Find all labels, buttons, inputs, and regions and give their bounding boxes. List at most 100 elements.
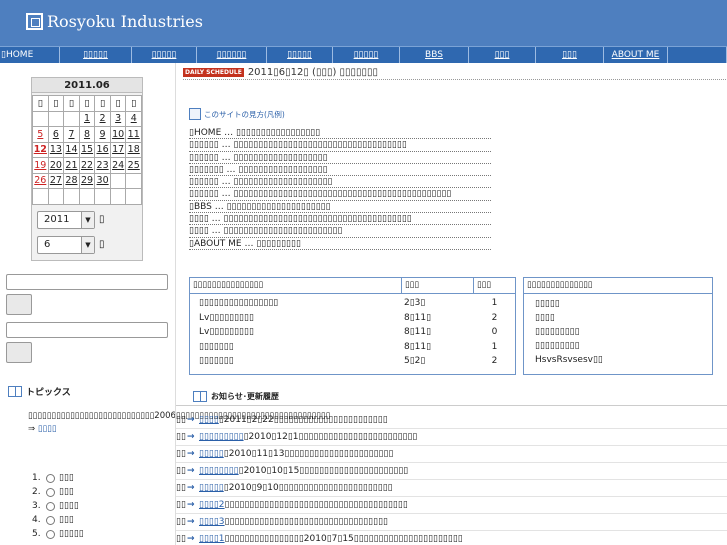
search-input-2[interactable] (6, 322, 168, 338)
poll-option[interactable]: 3. ▯▯▯▯ (32, 499, 84, 513)
year-select-row: 2011 ▼ ▯ (37, 210, 142, 230)
calendar-day-link[interactable]: 15 (81, 144, 93, 155)
radio-button[interactable] (46, 487, 55, 497)
news-link[interactable]: ▯▯▯▯▯ (199, 480, 224, 496)
news-link[interactable]: ▯▯▯▯3 (199, 514, 225, 530)
arrow-right-icon: → (187, 534, 195, 544)
search-input-1[interactable] (6, 274, 168, 290)
calendar-day: 28 (63, 172, 80, 189)
news-link[interactable]: ▯▯▯▯1 (199, 531, 225, 545)
nav-item[interactable]: ▯▯▯ (536, 47, 604, 63)
table-row: Lv▯▯▯▯▯▯▯▯▯ 8▯11▯ 2 (190, 311, 515, 326)
arrow-right-icon: → (187, 483, 195, 493)
calendar-day-link[interactable]: 2 (100, 113, 106, 124)
poll-option[interactable]: 2. ▯▯▯ (32, 485, 84, 499)
news-text: ▯2010▯11▯13▯▯▯▯▯▯▯▯▯▯▯▯▯▯▯▯▯▯▯▯▯▯ (223, 449, 394, 459)
daily-date: 2011▯6▯12▯ (▯▯▯) ▯▯▯▯▯▯▯ (247, 66, 379, 78)
calendar: 2011.06 ▯ ▯ ▯ ▯ ▯ ▯ ▯ 1 2 3 4 5 6 7 8 9 10 11 12 13 14 15 16 17… (31, 77, 143, 261)
calendar-day-link[interactable]: 3 (115, 113, 121, 124)
calendar-day-link[interactable]: 19 (34, 160, 46, 171)
radio-button[interactable] (46, 515, 55, 525)
nav-item[interactable]: ▯▯▯▯▯ (267, 47, 333, 63)
nav-item[interactable]: ▯▯▯▯▯ (132, 47, 197, 63)
calendar-day-link[interactable]: 10 (112, 129, 124, 140)
table-cell: 2 (491, 356, 498, 366)
poll-option[interactable]: 4. ▯▯▯ (32, 513, 84, 527)
calendar-day-link[interactable]: 30 (97, 175, 109, 186)
calendar-day-link[interactable]: 13 (50, 144, 62, 155)
calendar-day-link[interactable]: 25 (128, 160, 140, 171)
calendar-day-link[interactable]: 5 (37, 129, 43, 140)
nav-item[interactable]: ▯▯▯▯▯ (333, 47, 400, 63)
list-item: HsvsRsvsesv▯▯ (535, 355, 603, 365)
calendar-day-link[interactable]: 8 (84, 129, 90, 140)
search-button-2[interactable] (6, 342, 32, 363)
calendar-day (94, 188, 111, 205)
nav-item[interactable]: ▯▯▯▯▯▯ (197, 47, 267, 63)
calendar-day: 27 (47, 172, 65, 189)
radio-button[interactable] (46, 501, 55, 511)
calendar-day-link[interactable]: 14 (65, 144, 77, 155)
calendar-day-link[interactable]: 24 (112, 160, 124, 171)
table-header-cell: ▯▯▯ (477, 280, 492, 290)
calendar-day (32, 110, 49, 127)
calendar-day-link[interactable]: 27 (50, 175, 62, 186)
radio-button[interactable] (46, 529, 55, 539)
news-row: ▯▯ → ▯▯▯▯▯ ▯2010▯9▯10▯▯▯▯▯▯▯▯▯▯▯▯▯▯▯▯▯▯▯▯▯▯… (176, 480, 727, 497)
news-link[interactable]: ▯▯▯▯ (199, 412, 219, 428)
calendar-day-link[interactable]: 1 (84, 113, 90, 124)
calendar-day-link[interactable]: 11 (128, 129, 140, 140)
nav-item[interactable]: ABOUT ME (604, 47, 668, 63)
calendar-day-link[interactable]: 21 (65, 160, 77, 171)
calendar-day: 14 (63, 141, 80, 158)
poll-option[interactable]: 1. ▯▯▯ (32, 471, 84, 485)
calendar-day: 26 (32, 172, 49, 189)
topics-text: ▯▯▯▯▯▯▯▯▯▯▯▯▯▯▯▯▯▯▯▯▯▯▯▯▯▯▯2006▯▯▯▯▯▯▯▯▯… (28, 410, 330, 435)
year-select[interactable]: 2011 ▼ (37, 210, 95, 229)
news-link[interactable]: ▯▯▯▯2 (199, 497, 225, 513)
calendar-day-link[interactable]: 7 (68, 129, 74, 140)
calendar-day-link[interactable]: 12 (34, 144, 47, 155)
poll-label: ▯▯▯▯ (59, 501, 79, 511)
calendar-day-link[interactable]: 18 (128, 144, 140, 155)
poll-option[interactable]: 5. ▯▯▯▯▯ (32, 527, 84, 541)
topics-link[interactable]: ▯▯▯▯ (38, 424, 57, 434)
calendar-day-link[interactable]: 20 (50, 160, 62, 171)
nav-item[interactable]: ▯▯▯ (469, 47, 536, 63)
book-icon (8, 386, 22, 397)
calendar-day-link[interactable]: 22 (81, 160, 93, 171)
news-list: ▯▯ → ▯▯▯▯ ▯2011▯2▯22▯▯▯▯▯▯▯▯▯▯▯▯▯▯▯▯▯▯▯▯▯▯▯… (176, 412, 727, 545)
calendar-day-link[interactable]: 6 (53, 129, 59, 140)
calendar-day-link[interactable]: 17 (112, 144, 124, 155)
calendar-day-link[interactable]: 29 (81, 175, 93, 186)
guide-row: ▯▯▯▯▯▯ … ▯▯▯▯▯▯▯▯▯▯▯▯▯▯▯▯▯▯▯▯ (189, 176, 491, 189)
nav-item[interactable]: ▯HOME (0, 47, 60, 63)
calendar-day-link[interactable]: 28 (65, 175, 77, 186)
search-button-1[interactable] (6, 294, 32, 315)
table-row: ▯▯▯▯▯▯▯ 8▯11▯ 1 (190, 340, 515, 355)
news-link[interactable]: ▯▯▯▯▯ (199, 446, 224, 462)
site-logo[interactable]: Rosyoku Industries (26, 12, 203, 31)
calendar-weekday: ▯ (63, 95, 80, 112)
calendar-day: 19 (32, 157, 49, 174)
nav-item[interactable]: BBS (400, 47, 469, 63)
left-column: 2011.06 ▯ ▯ ▯ ▯ ▯ ▯ ▯ 1 2 3 4 5 6 7 8 9 10 11 12 13 14 15 16 17… (0, 63, 330, 545)
nav-item[interactable]: ▯▯▯▯▯ (60, 47, 132, 63)
calendar-day-link[interactable]: 26 (34, 175, 46, 186)
news-link[interactable]: ▯▯▯▯▯▯▯▯ (199, 463, 239, 479)
calendar-day-link[interactable]: 23 (97, 160, 109, 171)
calendar-day: 10 (109, 126, 127, 143)
news-link[interactable]: ▯▯▯▯▯▯▯▯▯ (199, 429, 244, 445)
calendar-day: 21 (63, 157, 80, 174)
calendar-day-link[interactable]: 16 (97, 144, 109, 155)
calendar-day: 20 (47, 157, 65, 174)
news-text: ▯2010▯12▯1▯▯▯▯▯▯▯▯▯▯▯▯▯▯▯▯▯▯▯▯▯▯▯▯ (243, 432, 418, 442)
calendar-day-link[interactable]: 4 (131, 113, 137, 124)
calendar-weekday: ▯ (78, 95, 96, 112)
month-select[interactable]: 6 ▼ (37, 235, 95, 254)
list-item: ▯▯▯▯▯ (535, 299, 560, 309)
radio-button[interactable] (46, 473, 55, 483)
news-row: ▯▯ → ▯▯▯▯▯▯▯▯▯ ▯2010▯12▯1▯▯▯▯▯▯▯▯▯▯▯▯▯▯▯▯▯▯… (176, 429, 727, 446)
calendar-day-link[interactable]: 9 (100, 129, 106, 140)
guide-row: ▯▯▯▯ … ▯▯▯▯▯▯▯▯▯▯▯▯▯▯▯▯▯▯▯▯▯▯▯▯ (189, 225, 491, 238)
